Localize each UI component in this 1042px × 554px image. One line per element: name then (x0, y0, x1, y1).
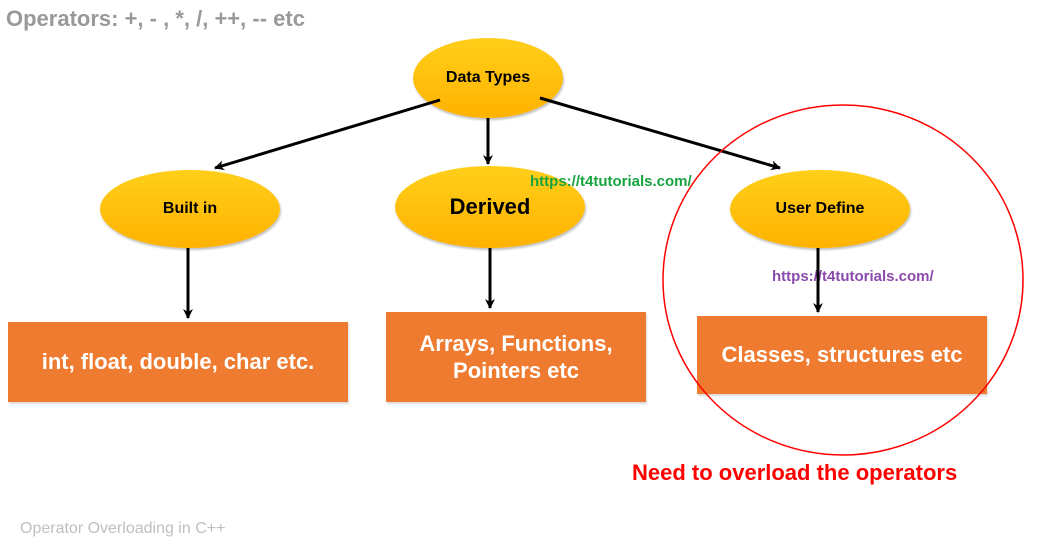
node-builtin: Built in (100, 170, 280, 248)
node-userdefine: User Define (730, 170, 910, 248)
watermark-green: https://t4tutorials.com/ (530, 173, 692, 190)
node-builtin-label: Built in (163, 200, 217, 218)
footer-caption: Operator Overloading in C++ (20, 520, 225, 538)
box-builtin-examples: int, float, double, char etc. (8, 322, 348, 402)
box-derived-text: Arrays, Functions, Pointers etc (396, 330, 636, 385)
node-data-types: Data Types (413, 38, 563, 118)
node-derived-label: Derived (450, 194, 531, 220)
operators-heading: Operators: +, - , *, /, ++, -- etc (6, 6, 305, 32)
watermark-purple: https://t4tutorials.com/ (772, 268, 934, 285)
box-userdefine-examples: Classes, structures etc (697, 316, 987, 394)
box-builtin-text: int, float, double, char etc. (42, 349, 315, 375)
box-userdefine-text: Classes, structures etc (722, 342, 963, 368)
callout-overload: Need to overload the operators (632, 460, 957, 486)
box-derived-examples: Arrays, Functions, Pointers etc (386, 312, 646, 402)
node-userdefine-label: User Define (776, 200, 865, 218)
node-data-types-label: Data Types (446, 69, 530, 87)
